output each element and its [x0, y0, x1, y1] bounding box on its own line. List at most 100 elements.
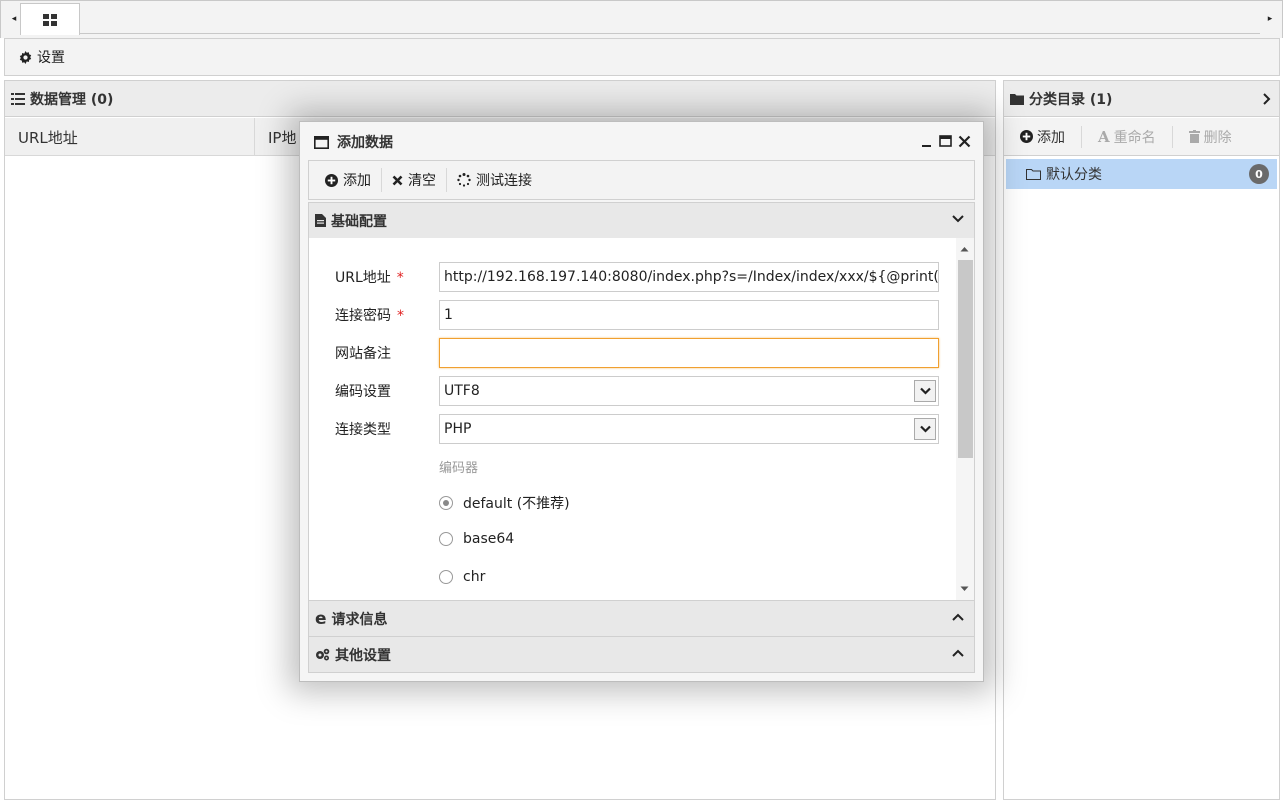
settings-label: 设置 — [37, 50, 65, 66]
window-icon — [314, 135, 329, 149]
document-icon — [315, 214, 326, 227]
grid-icon — [43, 13, 57, 26]
dialog-titlebar[interactable]: 添加数据 — [300, 122, 983, 162]
category-rename-label: 重命名 — [1113, 129, 1156, 146]
category-toolbar: 添加 A 重命名 删除 — [1004, 118, 1279, 156]
scroll-up-arrow-icon[interactable] — [960, 246, 969, 252]
scroll-down-arrow-icon[interactable] — [960, 586, 969, 592]
spinner-icon — [457, 173, 471, 187]
section-request-info[interactable]: e 请求信息 — [308, 600, 975, 637]
category-panel: 分类目录 (1) 添加 A 重命名 删除 默认分类 0 — [1003, 80, 1280, 800]
plus-circle-icon — [1020, 130, 1033, 143]
chevron-up-icon — [952, 613, 964, 621]
data-panel-header: 数据管理 (0) — [5, 81, 995, 117]
minimize-icon[interactable] — [921, 134, 933, 148]
font-icon: A — [1098, 127, 1110, 146]
tab-scroll-right-button[interactable]: ▸ — [1260, 4, 1280, 34]
x-icon — [392, 175, 403, 185]
chevron-down-icon — [919, 425, 931, 433]
encoder-option-label: default (不推荐) — [463, 496, 570, 512]
dialog-toolbar: 添加 清空 测试连接 — [308, 160, 975, 200]
cogs-icon — [316, 648, 330, 661]
category-add-label: 添加 — [1037, 129, 1065, 146]
dialog-clear-label: 清空 — [408, 173, 436, 189]
data-panel-title: 数据管理 (0) — [30, 91, 114, 108]
dialog-add-button[interactable]: 添加 — [315, 168, 382, 192]
note-row: 网站备注 — [309, 338, 949, 368]
dialog-title: 添加数据 — [337, 135, 393, 151]
trash-icon — [1188, 130, 1200, 143]
dialog-add-label: 添加 — [343, 173, 371, 189]
encoding-dropdown-button[interactable] — [914, 380, 936, 402]
chevron-down-icon — [919, 387, 931, 395]
category-panel-header: 分类目录 (1) — [1004, 81, 1279, 117]
section-other-label: 其他设置 — [335, 647, 391, 664]
type-dropdown-button[interactable] — [914, 418, 936, 440]
column-url[interactable]: URL地址 — [5, 118, 255, 156]
category-delete-button[interactable]: 删除 — [1173, 126, 1248, 148]
settings-button[interactable]: 设置 — [19, 47, 65, 67]
close-icon[interactable] — [958, 134, 971, 148]
dialog-controls — [921, 134, 971, 148]
url-input[interactable]: http://192.168.197.140:8080/index.php?s=… — [439, 262, 939, 292]
password-input[interactable]: 1 — [439, 300, 939, 330]
folder-open-icon — [1026, 169, 1041, 180]
chevron-right-icon[interactable] — [1262, 92, 1271, 105]
tab-scroll-left-arrow: ◂ — [11, 14, 17, 24]
url-label: URL地址 * — [335, 270, 404, 286]
basic-config-body: URL地址 * http://192.168.197.140:8080/index… — [308, 238, 975, 602]
type-select[interactable]: PHP — [439, 414, 939, 444]
note-input[interactable] — [439, 338, 939, 368]
section-request-label: 请求信息 — [331, 611, 388, 628]
encoder-title: 编码器 — [439, 461, 479, 476]
password-label: 连接密码 * — [335, 308, 404, 324]
category-delete-label: 删除 — [1203, 129, 1232, 146]
encoding-row: 编码设置 UTF8 — [309, 376, 949, 406]
encoder-option-default[interactable]: default (不推荐) — [439, 493, 570, 513]
add-data-dialog: 添加数据 添加 清空 测试连接 基础配置 URL地址 * http://192.1… — [299, 121, 984, 682]
folder-icon — [1010, 93, 1024, 105]
encoder-option-chr[interactable]: chr — [439, 569, 485, 585]
tab-home[interactable] — [20, 3, 80, 35]
list-icon — [11, 92, 25, 105]
ie-icon: e — [315, 608, 327, 629]
category-count-badge: 0 — [1249, 164, 1269, 184]
encoder-option-base64[interactable]: base64 — [439, 531, 514, 547]
category-panel-title: 分类目录 (1) — [1029, 91, 1113, 108]
tab-scroll-right-arrow: ▸ — [1267, 14, 1273, 24]
url-row: URL地址 * http://192.168.197.140:8080/index… — [309, 262, 949, 292]
encoder-option-label: base64 — [463, 531, 515, 547]
encoding-value: UTF8 — [444, 383, 480, 399]
type-row: 连接类型 PHP — [309, 414, 949, 444]
section-other-settings[interactable]: 其他设置 — [308, 636, 975, 673]
column-url-label: URL地址 — [18, 128, 78, 147]
tab-divider — [80, 33, 1260, 34]
type-label: 连接类型 — [335, 422, 391, 438]
form-scrollbar[interactable] — [956, 238, 974, 602]
encoding-label: 编码设置 — [335, 384, 391, 400]
section-basic-label: 基础配置 — [331, 213, 387, 230]
radio-selected[interactable] — [439, 496, 453, 510]
radio-unselected[interactable] — [439, 570, 453, 584]
main-toolbar: 设置 — [4, 38, 1280, 76]
note-label: 网站备注 — [335, 346, 391, 362]
chevron-down-icon — [952, 215, 964, 223]
dialog-test-connection-button[interactable]: 测试连接 — [447, 168, 542, 192]
radio-unselected[interactable] — [439, 532, 453, 546]
category-item-label: 默认分类 — [1046, 167, 1102, 183]
encoding-select[interactable]: UTF8 — [439, 376, 939, 406]
scrollbar-thumb[interactable] — [958, 260, 973, 458]
type-value: PHP — [444, 421, 472, 437]
section-basic-config[interactable]: 基础配置 — [308, 202, 975, 239]
dialog-test-label: 测试连接 — [476, 173, 532, 189]
category-item[interactable]: 默认分类 0 — [1006, 159, 1277, 189]
password-row: 连接密码 * 1 — [309, 300, 949, 330]
plus-circle-icon — [325, 173, 338, 187]
dialog-clear-button[interactable]: 清空 — [382, 168, 447, 192]
maximize-icon[interactable] — [939, 134, 952, 148]
category-rename-button[interactable]: A 重命名 — [1082, 125, 1173, 148]
gear-icon — [19, 50, 32, 64]
chevron-up-icon — [952, 649, 964, 657]
encoder-option-label: chr — [463, 569, 486, 585]
category-add-button[interactable]: 添加 — [1004, 125, 1082, 148]
